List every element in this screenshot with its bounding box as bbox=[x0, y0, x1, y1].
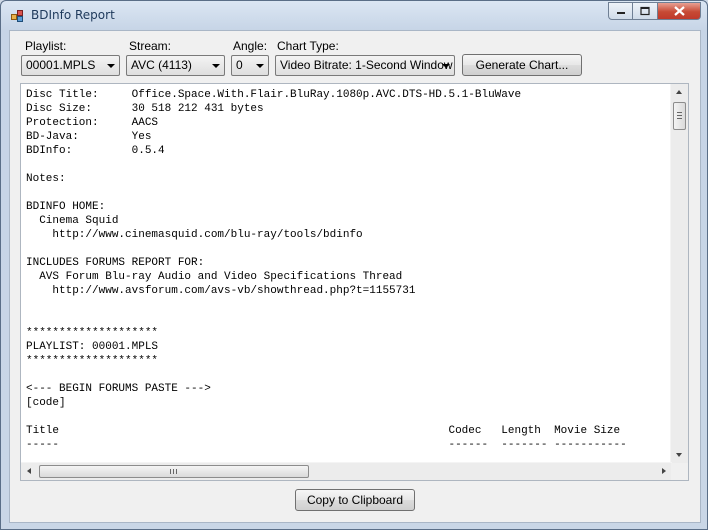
report-line bbox=[26, 298, 666, 312]
chevron-down-icon bbox=[212, 64, 220, 68]
grip-line bbox=[677, 112, 682, 113]
chevron-down-icon bbox=[256, 64, 264, 68]
horizontal-scrollbar[interactable] bbox=[21, 462, 672, 480]
playlist-select-value: 00001.MPLS bbox=[26, 58, 96, 72]
horizontal-scroll-thumb[interactable] bbox=[39, 465, 309, 478]
report-line: http://www.cinemasquid.com/blu-ray/tools… bbox=[26, 229, 363, 241]
scroll-down-icon[interactable] bbox=[676, 453, 682, 457]
report-line: BDINFO HOME: bbox=[26, 201, 106, 213]
chart-type-select-value: Video Bitrate: 1-Second Window bbox=[280, 58, 453, 72]
angle-select[interactable]: 0 bbox=[231, 55, 269, 76]
report-line: Disc Title: Office.Space.With.Flair.BluR… bbox=[26, 89, 522, 101]
grip-line bbox=[176, 469, 177, 474]
report-line: AVS Forum Blu-ray Audio and Video Specif… bbox=[26, 271, 403, 283]
caption-buttons bbox=[608, 2, 701, 20]
scroll-up-icon[interactable] bbox=[676, 90, 682, 94]
report-line: ----- ------ ------- ----------- bbox=[26, 439, 627, 451]
stream-select-value: AVC (4113) bbox=[131, 58, 192, 72]
close-button[interactable] bbox=[658, 2, 701, 20]
bdinfo-app-icon bbox=[11, 10, 23, 22]
client-area: Playlist: 00001.MPLS Stream: AVC (4113) … bbox=[9, 30, 701, 523]
report-textbox[interactable]: Disc Title: Office.Space.With.Flair.BluR… bbox=[20, 83, 689, 481]
report-line bbox=[26, 242, 666, 256]
scroll-right-icon[interactable] bbox=[662, 468, 666, 474]
report-line: INCLUDES FORUMS REPORT FOR: bbox=[26, 257, 205, 269]
chevron-down-icon bbox=[107, 64, 115, 68]
scrollbar-corner bbox=[671, 463, 688, 480]
report-line: <--- BEGIN FORUMS PASTE ---> bbox=[26, 383, 211, 395]
report-line bbox=[26, 410, 666, 424]
generate-chart-button[interactable]: Generate Chart... bbox=[462, 54, 582, 76]
minimize-button[interactable] bbox=[608, 2, 633, 20]
report-line bbox=[26, 158, 666, 172]
bdinfo-report-window: BDInfo Report Playlist: 00001.MPLS Strea… bbox=[0, 0, 708, 530]
scroll-left-icon[interactable] bbox=[27, 468, 31, 474]
grip-line bbox=[677, 118, 682, 119]
report-line: BDInfo: 0.5.4 bbox=[26, 145, 165, 157]
report-line bbox=[26, 368, 666, 382]
title-bar[interactable]: BDInfo Report bbox=[1, 1, 707, 29]
report-line: ******************** bbox=[26, 327, 159, 339]
report-line: Title Codec Length Movie Size bbox=[26, 425, 621, 437]
report-line: Notes: bbox=[26, 173, 66, 185]
copy-to-clipboard-button[interactable]: Copy to Clipboard bbox=[295, 489, 415, 511]
window-title: BDInfo Report bbox=[31, 8, 115, 22]
report-line bbox=[26, 186, 666, 200]
grip-line bbox=[170, 469, 171, 474]
report-line: PLAYLIST: 00001.MPLS bbox=[26, 341, 159, 353]
maximize-icon bbox=[640, 6, 650, 16]
minimize-icon bbox=[616, 12, 625, 14]
report-line: Protection: AACS bbox=[26, 117, 159, 129]
report-line: ******************** bbox=[26, 355, 159, 367]
report-line: [code] bbox=[26, 397, 66, 409]
stream-label: Stream: bbox=[129, 39, 172, 53]
report-line: http://www.avsforum.com/avs-vb/showthrea… bbox=[26, 285, 416, 297]
playlist-label: Playlist: bbox=[25, 39, 67, 53]
grip-line bbox=[173, 469, 174, 474]
chart-type-select[interactable]: Video Bitrate: 1-Second Window bbox=[275, 55, 455, 76]
stream-select[interactable]: AVC (4113) bbox=[126, 55, 225, 76]
chevron-down-icon bbox=[442, 64, 450, 68]
vertical-scrollbar[interactable] bbox=[670, 84, 688, 463]
report-line: BD-Java: Yes bbox=[26, 131, 152, 143]
close-icon bbox=[673, 6, 685, 16]
maximize-button[interactable] bbox=[633, 2, 658, 20]
report-line: Cinema Squid bbox=[26, 215, 119, 227]
angle-select-value: 0 bbox=[236, 58, 243, 72]
angle-label: Angle: bbox=[233, 39, 268, 53]
vertical-scroll-thumb[interactable] bbox=[673, 102, 686, 130]
report-line: Disc Size: 30 518 212 431 bytes bbox=[26, 103, 264, 115]
report-line bbox=[26, 312, 666, 326]
playlist-select[interactable]: 00001.MPLS bbox=[21, 55, 120, 76]
chart-type-label: Chart Type: bbox=[277, 39, 339, 53]
grip-line bbox=[677, 115, 682, 116]
report-text: Disc Title: Office.Space.With.Flair.BluR… bbox=[26, 88, 666, 462]
